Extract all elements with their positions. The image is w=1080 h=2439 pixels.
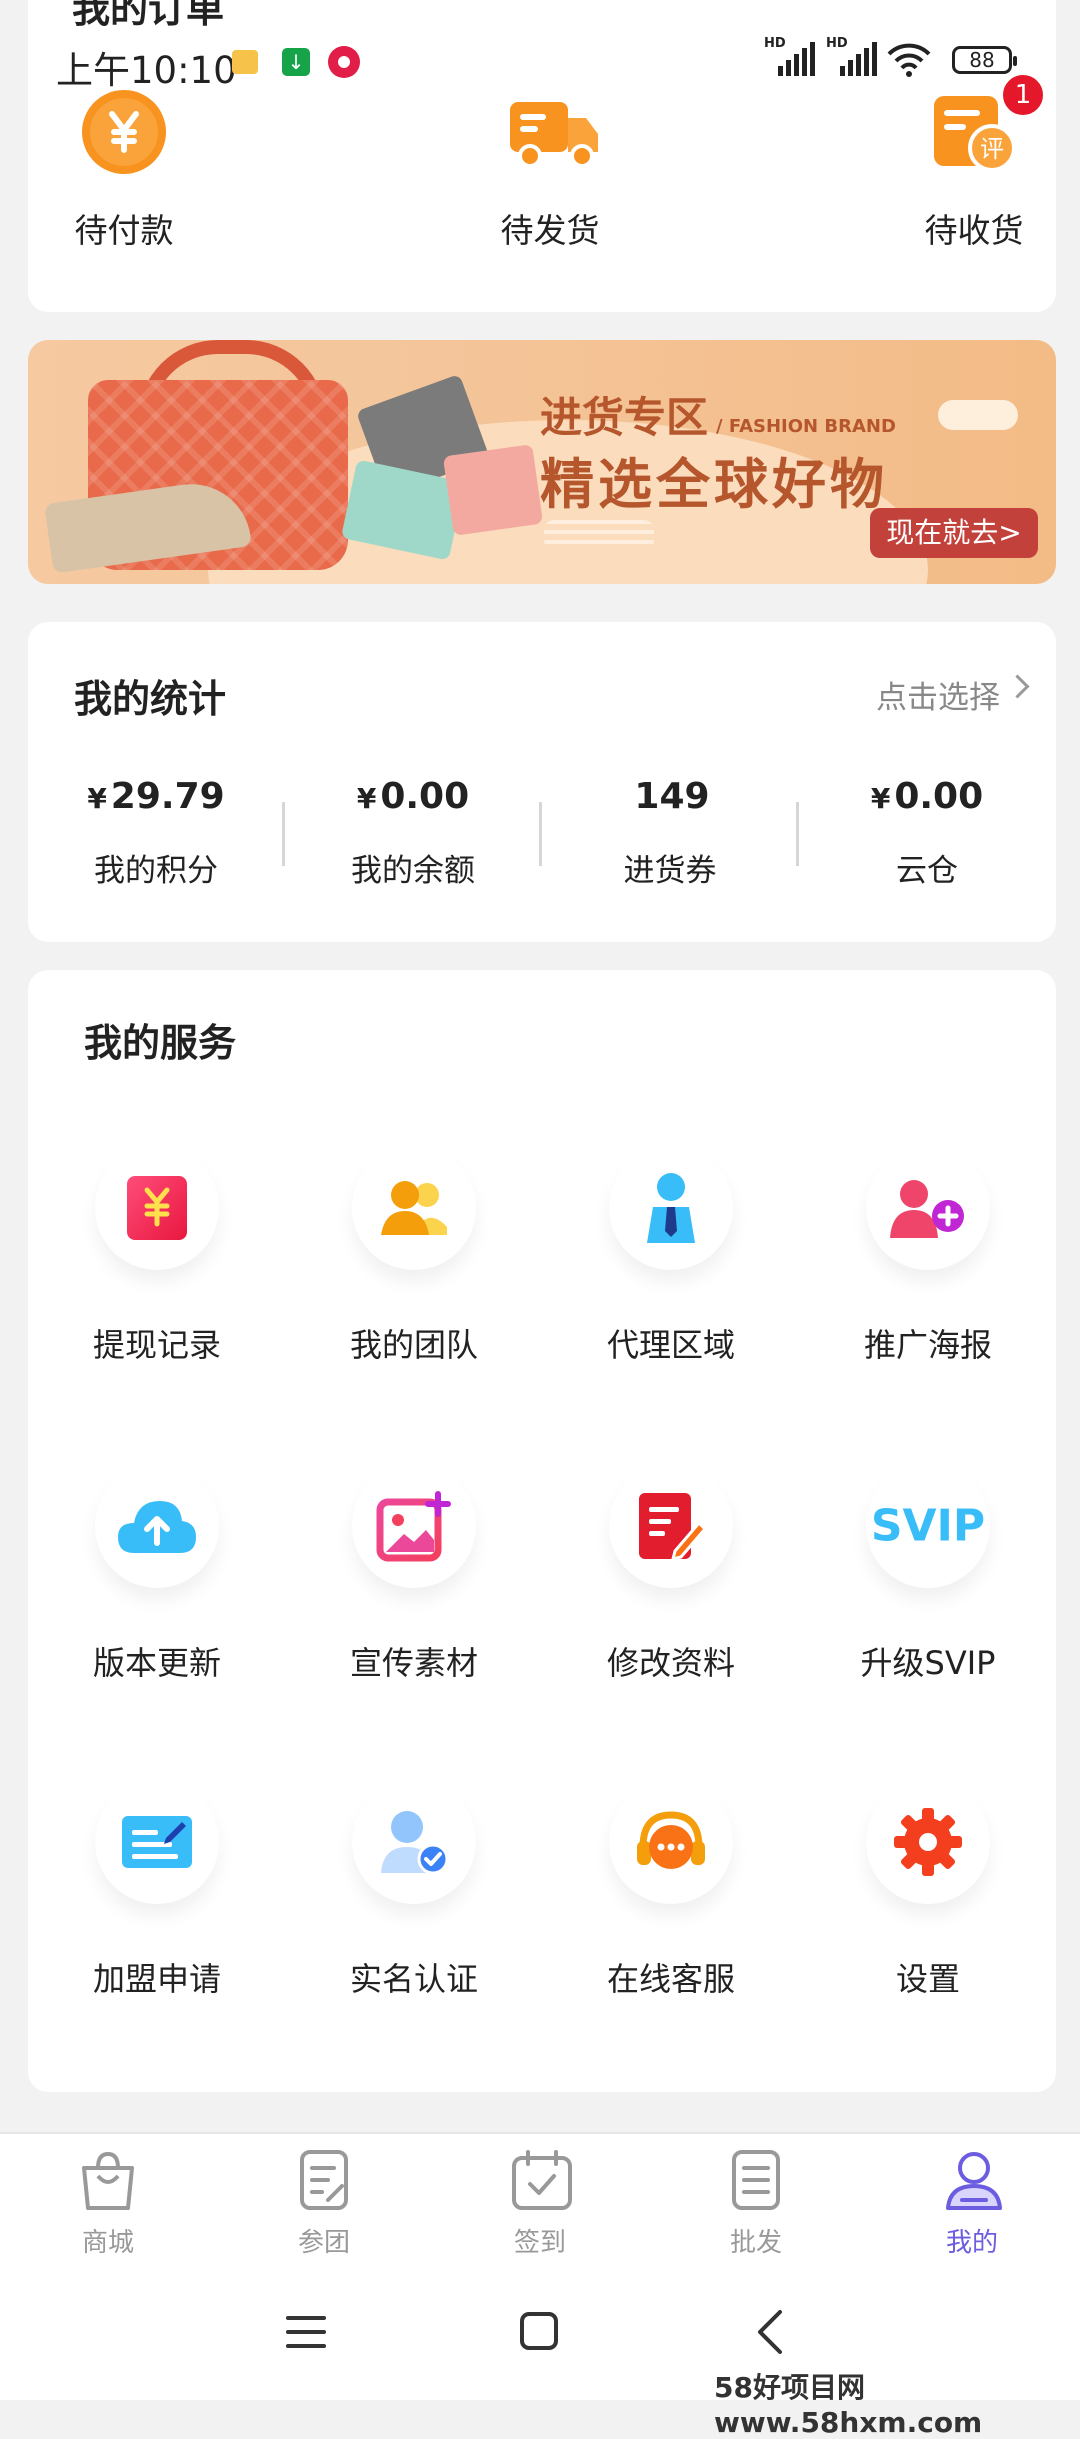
list-document-icon xyxy=(726,2148,786,2212)
svg-text:评: 评 xyxy=(980,135,1004,163)
calendar-check-icon xyxy=(510,2148,572,2212)
service-label: 代理区域 xyxy=(606,1326,735,1364)
tab-label: 批发 xyxy=(729,2228,782,2258)
stat-label: 云仓 xyxy=(896,853,958,889)
service-label: 宣传素材 xyxy=(349,1644,478,1682)
order-item-pending-payment[interactable]: 待付款 xyxy=(34,88,214,252)
signal-icon: HD xyxy=(764,36,816,76)
order-item-pending-shipment[interactable]: 待发货 xyxy=(460,88,640,252)
withdraw-record-icon xyxy=(95,1146,219,1270)
chevron-right-icon xyxy=(1005,674,1030,699)
service-label: 版本更新 xyxy=(92,1644,221,1682)
edit-profile-icon xyxy=(609,1464,733,1588)
stat-points[interactable]: ¥29.79 我的积分 xyxy=(28,776,284,890)
services-title: 我的服务 xyxy=(84,1021,237,1065)
stat-label: 我的余额 xyxy=(351,853,475,889)
service-label: 我的团队 xyxy=(349,1326,478,1364)
service-join-application[interactable]: 加盟申请 xyxy=(28,1780,286,2000)
stat-value: 149 xyxy=(634,776,710,817)
watermark: 58好项目网www.58hxm.com xyxy=(714,2371,983,2439)
tab-wholesale[interactable]: 批发 xyxy=(666,2148,846,2259)
user-profile-icon xyxy=(942,2148,1002,2212)
banner-headline: 精选全球好物 xyxy=(540,453,888,516)
delivery-truck-icon xyxy=(506,88,598,176)
stat-label: 进货券 xyxy=(623,853,717,889)
tab-label: 商城 xyxy=(81,2228,134,2258)
stat-coupons[interactable]: 149 进货券 xyxy=(542,776,798,890)
wave-decoration xyxy=(544,520,654,550)
service-label: 设置 xyxy=(895,1960,960,1998)
gear-icon xyxy=(866,1780,990,1904)
message-notification-icon xyxy=(232,50,258,74)
tab-label: 我的 xyxy=(945,2228,998,2258)
back-icon[interactable] xyxy=(754,2308,786,2356)
shopping-bag-icon xyxy=(78,2148,138,2212)
stats-select-link[interactable]: 点击选择 xyxy=(876,672,1000,717)
status-bar: 上午10:10 ↓ HD HD 88 xyxy=(0,30,1080,94)
stat-value: 29.79 xyxy=(110,776,225,817)
banner-go-button[interactable]: 现在就去> xyxy=(870,508,1038,558)
services-card: 我的服务 提现记录 我的团队 代理区域 推广海报 版本更新 宣传素材 修改资料 … xyxy=(28,970,1056,2092)
service-upgrade-svip[interactable]: SVIP 升级SVIP xyxy=(799,1464,1057,1684)
service-label: 修改资料 xyxy=(606,1644,735,1682)
notification-badge: 1 xyxy=(1000,72,1046,118)
tab-label: 签到 xyxy=(513,2228,566,2258)
banner-title: 进货专区 / FASHION BRAND xyxy=(540,393,896,442)
service-agent-region[interactable]: 代理区域 xyxy=(542,1146,800,1366)
home-square-icon[interactable] xyxy=(518,2310,560,2352)
stat-label: 我的积分 xyxy=(94,853,218,889)
stat-cloud-warehouse[interactable]: ¥0.00 云仓 xyxy=(799,776,1055,890)
service-edit-profile[interactable]: 修改资料 xyxy=(542,1464,800,1684)
stat-balance[interactable]: ¥0.00 我的余额 xyxy=(285,776,541,890)
service-my-team[interactable]: 我的团队 xyxy=(285,1146,543,1366)
stats-card: 我的统计 点击选择 ¥29.79 我的积分 ¥0.00 我的余额 149 进货券… xyxy=(28,622,1056,942)
service-realname-verify[interactable]: 实名认证 xyxy=(285,1780,543,2000)
order-item-label: 待收货 xyxy=(924,211,1024,250)
svip-icon: SVIP xyxy=(866,1464,990,1588)
tab-profile[interactable]: 我的 xyxy=(882,2148,1062,2259)
service-promo-material[interactable]: 宣传素材 xyxy=(285,1464,543,1684)
service-label: 加盟申请 xyxy=(92,1960,221,1998)
service-label: 实名认证 xyxy=(349,1960,478,1998)
bottom-tab-bar: 商城 参团 签到 批发 我的 xyxy=(0,2132,1080,2274)
order-section-title: 我的订单 xyxy=(72,0,225,31)
service-withdraw-record[interactable]: 提现记录 xyxy=(28,1146,286,1366)
stat-value: 0.00 xyxy=(380,776,470,817)
stats-title: 我的统计 xyxy=(74,677,227,721)
status-time: 上午10:10 xyxy=(56,49,237,92)
wifi-icon xyxy=(887,43,931,77)
customer-service-icon xyxy=(609,1780,733,1904)
team-icon xyxy=(352,1146,476,1270)
service-label: 提现记录 xyxy=(92,1326,221,1364)
cloud-decoration xyxy=(938,400,1018,430)
service-label: 升级SVIP xyxy=(860,1644,996,1682)
music-notification-icon xyxy=(328,46,360,78)
join-application-icon xyxy=(95,1780,219,1904)
service-promo-poster[interactable]: 推广海报 xyxy=(799,1146,1057,1366)
tab-group-buy[interactable]: 参团 xyxy=(234,2148,414,2259)
signal-icon-2: HD xyxy=(826,36,878,76)
order-item-label: 待付款 xyxy=(74,211,174,250)
tab-label: 参团 xyxy=(297,2228,350,2258)
cloud-upload-icon xyxy=(95,1464,219,1588)
verified-user-icon xyxy=(352,1780,476,1904)
download-notification-icon: ↓ xyxy=(282,48,310,76)
menu-icon[interactable] xyxy=(284,2312,328,2352)
order-item-label: 待发货 xyxy=(500,211,600,250)
tab-mall[interactable]: 商城 xyxy=(18,2148,198,2259)
service-label: 推广海报 xyxy=(863,1326,992,1364)
service-settings[interactable]: 设置 xyxy=(799,1780,1057,2000)
agent-region-icon xyxy=(609,1146,733,1270)
service-online-support[interactable]: 在线客服 xyxy=(542,1780,800,2000)
battery-indicator: 88 xyxy=(952,46,1017,74)
service-label: 在线客服 xyxy=(606,1960,735,1998)
promo-poster-icon xyxy=(866,1146,990,1270)
service-version-update[interactable]: 版本更新 xyxy=(28,1464,286,1684)
group-document-icon xyxy=(294,2148,354,2212)
image-material-icon xyxy=(352,1464,476,1588)
yen-coin-icon xyxy=(80,88,168,176)
promo-banner[interactable]: 进货专区 / FASHION BRAND 精选全球好物 现在就去> xyxy=(28,340,1056,584)
tab-check-in[interactable]: 签到 xyxy=(450,2148,630,2259)
stat-value: 0.00 xyxy=(894,776,984,817)
